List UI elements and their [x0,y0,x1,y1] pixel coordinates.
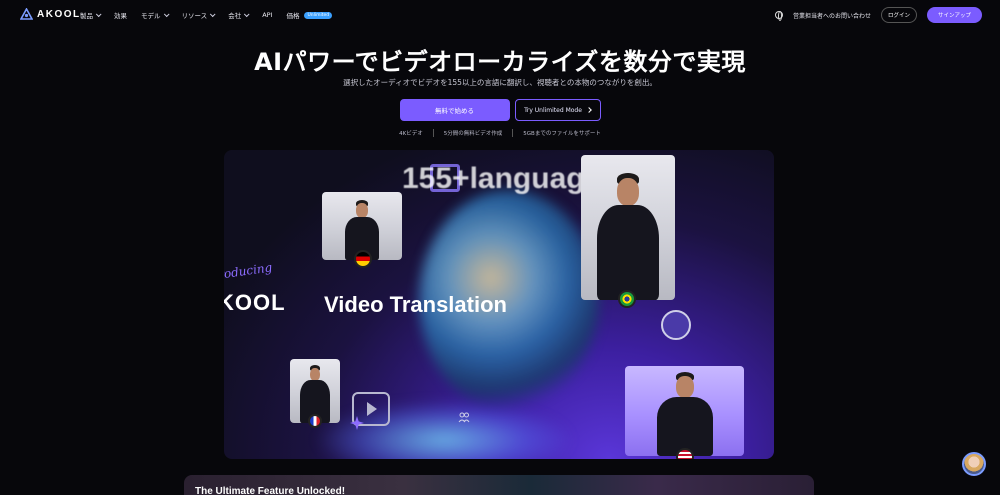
try-unlimited-label: Try Unlimited Mode [524,106,582,114]
introducing-text: roducing [224,260,274,282]
head [675,376,694,398]
chevron-down-icon [210,11,216,18]
body [597,205,659,300]
feature-list: 4Kビデオ 5分間の無料ビデオ作成 5GBまでのファイルをサポート [0,129,1000,137]
menu-item-resources[interactable]: リソース [181,10,216,20]
menu-item-effects[interactable]: 効果 [114,10,127,20]
head [356,203,368,218]
head [617,178,639,206]
feature-item: 5分間の無料ビデオ作成 [432,129,513,137]
speaker-thumbnail [581,155,675,300]
signup-button[interactable]: サインアップ [926,7,982,23]
logo-text: AKOOL [37,8,81,20]
chevron-down-icon [95,11,102,18]
promo-video[interactable]: 155+languages roducing KOOL Video Transl… [224,150,774,459]
menu-label: 価格 [286,12,300,20]
chevron-right-icon [586,107,592,113]
menu-item-products[interactable]: 製品 [80,10,102,20]
brazil-flag-icon [618,290,636,308]
germany-flag-icon [354,250,372,268]
unlimited-badge: Unlimited [304,11,333,19]
menu-label: リソース [181,12,208,20]
chevron-down-icon [244,11,250,18]
menu-label: 効果 [114,12,127,20]
feature-item: 5GBまでのファイルをサポート [512,129,611,137]
video-translation-text: Video Translation [324,292,507,317]
speaker-thumbnail [625,366,744,456]
cta-row: 無料で始める Try Unlimited Mode [0,99,1000,121]
speaker-figure [650,372,720,456]
menu-item-models[interactable]: モデル [141,10,170,20]
right-nav: 営業担当者へのお問い合わせ ログイン サインアップ [774,7,982,23]
feature-banner[interactable]: The Ultimate Feature Unlocked! [184,475,814,495]
try-unlimited-button[interactable]: Try Unlimited Mode [514,99,601,121]
chat-avatar[interactable] [962,452,986,476]
feature-item: 4Kビデオ [399,131,423,137]
banner-title: The Ultimate Feature Unlocked! [195,486,346,495]
globe-icon[interactable] [774,11,783,21]
menu-label: モデル [141,12,161,20]
menu-item-company[interactable]: 会社 [228,10,250,20]
menu-label: 会社 [228,12,242,20]
menu-item-pricing[interactable]: 価格 Unlimited [286,10,333,20]
chevron-down-icon [163,11,170,18]
hero-subtitle: 選択したオーディオでビデオを155以上の言語に翻訳し、視聴者との本物のつながりを… [343,78,657,87]
contact-sales-link[interactable]: 営業担当者へのお問い合わせ [793,11,871,20]
menu-label: API [262,11,273,19]
usa-flag-icon [676,448,694,459]
start-free-button[interactable]: 無料で始める [399,99,510,121]
hero-title: AIパワーでビデオローカライズを数分で実現 [254,48,746,76]
top-nav: AKOOL 製品 効果 モデル リソース 会社 API 価格 Unlimited … [0,0,1000,30]
brand-text: KOOL [224,290,286,315]
people-icon [458,412,470,423]
globe-icon [661,310,691,340]
menu-label: 製品 [80,12,93,20]
menu-item-api[interactable]: API [262,10,272,20]
login-button[interactable]: ログイン [880,7,917,23]
france-flag-icon [308,414,322,428]
main-menu: 製品 効果 モデル リソース 会社 API 価格 Unlimited [80,10,333,20]
logo-icon [20,8,33,20]
logo[interactable]: AKOOL [20,8,81,20]
speaker-figure [588,173,668,300]
